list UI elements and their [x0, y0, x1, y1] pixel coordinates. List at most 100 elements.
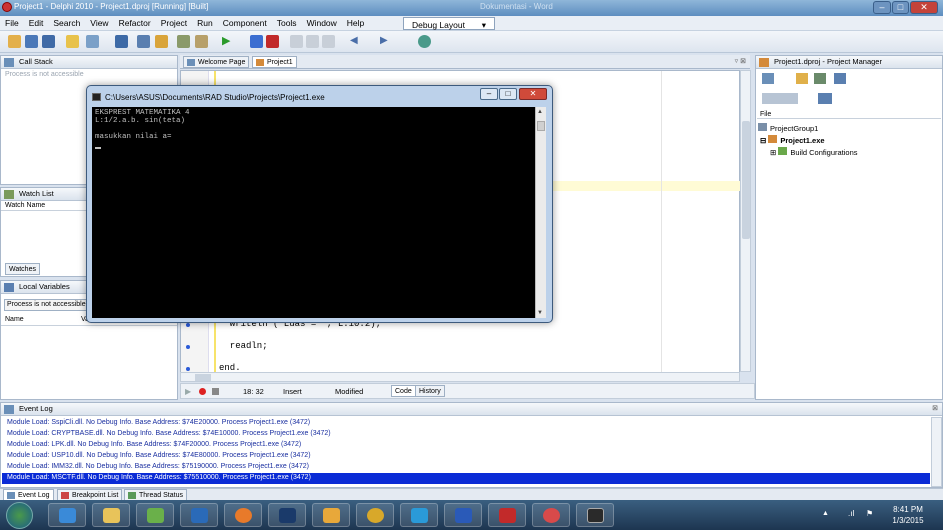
- network-icon[interactable]: .ıl: [848, 509, 854, 518]
- sync-icon[interactable]: [762, 93, 798, 104]
- tree-build-configurations[interactable]: ⊞ Build Configurations: [770, 147, 858, 157]
- clock-time[interactable]: 8:41 PM: [888, 505, 928, 514]
- expand-icon[interactable]: [818, 93, 832, 104]
- console-output[interactable]: EKSPREST MATEMATIKA 4 L:1/2.a.b. sin(tet…: [92, 107, 535, 318]
- event-log-line-selected[interactable]: Module Load: MSCTF.dll. No Debug Info. B…: [7, 474, 311, 481]
- taskbar-firefox[interactable]: [224, 503, 262, 527]
- run-icon[interactable]: ▶: [222, 35, 235, 48]
- open-project-icon[interactable]: [155, 35, 168, 48]
- project-manager-panel: Project1.dproj - Project Manager File Pr…: [755, 55, 943, 400]
- help-icon[interactable]: [418, 35, 431, 48]
- console-line: L:1/2.a.b. sin(teta): [95, 117, 186, 125]
- taskbar-player[interactable]: [180, 503, 218, 527]
- scroll-down-icon[interactable]: ▼: [537, 310, 543, 316]
- save-all-icon[interactable]: [42, 35, 55, 48]
- editor-horizontal-scrollbar[interactable]: [180, 372, 740, 382]
- layout-combo[interactable]: Debug Layout ▾: [403, 17, 495, 30]
- taskbar-console[interactable]: [576, 503, 614, 527]
- event-log-line[interactable]: Module Load: SspiCli.dll. No Debug Info.…: [7, 419, 310, 426]
- menu-window[interactable]: Window: [302, 16, 342, 31]
- project-options-icon[interactable]: [86, 35, 99, 48]
- new-item-icon[interactable]: [796, 73, 808, 84]
- activate-icon[interactable]: [762, 73, 774, 84]
- taskbar-app[interactable]: [312, 503, 350, 527]
- console-scroll-thumb[interactable]: [537, 121, 545, 131]
- scroll-up-icon[interactable]: ▲: [537, 109, 543, 115]
- flag-icon[interactable]: ⚑: [866, 509, 873, 518]
- event-log-line[interactable]: Module Load: CRYPTBASE.dll. No Debug Inf…: [7, 430, 331, 437]
- column-name[interactable]: Name: [5, 316, 24, 323]
- breakpoint-icon: [61, 492, 69, 499]
- console-window[interactable]: C:\Users\ASUS\Documents\RAD Studio\Proje…: [86, 85, 553, 323]
- event-log-line[interactable]: Module Load: LPK.dll. No Debug Info. Bas…: [7, 441, 301, 448]
- back-icon[interactable]: ◀: [350, 35, 363, 48]
- console-task-icon: [587, 508, 604, 523]
- breakpoint-dot-icon: [186, 367, 190, 371]
- maximize-button[interactable]: □: [892, 1, 909, 14]
- tree-project1-exe[interactable]: ⊟ Project1.exe: [760, 135, 825, 145]
- tray-arrow-icon[interactable]: ▲: [822, 510, 829, 517]
- minimize-button[interactable]: –: [873, 1, 891, 14]
- file-column-header[interactable]: File: [757, 111, 941, 119]
- menu-component[interactable]: Component: [218, 16, 272, 31]
- menu-refactor[interactable]: Refactor: [114, 16, 156, 31]
- menu-edit[interactable]: Edit: [24, 16, 49, 31]
- tab-watches[interactable]: Watches: [5, 263, 40, 275]
- delphi-icon: [367, 508, 384, 523]
- app-icon: [323, 508, 340, 523]
- event-log-scrollbar[interactable]: [931, 417, 942, 487]
- clock-date[interactable]: 1/3/2015: [888, 516, 928, 525]
- taskbar-word[interactable]: [444, 503, 482, 527]
- editor-vertical-scrollbar[interactable]: [740, 70, 751, 372]
- taskbar-skype[interactable]: [400, 503, 438, 527]
- tab-welcome-page[interactable]: Welcome Page: [183, 56, 250, 68]
- pause-icon[interactable]: [250, 35, 263, 48]
- add-file-icon[interactable]: [177, 35, 190, 48]
- menu-view[interactable]: View: [85, 16, 113, 31]
- step-over-icon[interactable]: [306, 35, 319, 48]
- close-button[interactable]: ✕: [910, 1, 938, 14]
- console-minimize-button[interactable]: –: [480, 88, 498, 100]
- open-icon[interactable]: [66, 35, 79, 48]
- menu-tools[interactable]: Tools: [272, 16, 302, 31]
- menu-help[interactable]: Help: [342, 16, 369, 31]
- console-close-button[interactable]: ✕: [519, 88, 547, 100]
- panel-close-icon[interactable]: ⊠: [932, 403, 938, 415]
- scroll-thumb[interactable]: [742, 121, 750, 239]
- call-stack-title: Call Stack: [19, 57, 53, 66]
- save-project-icon[interactable]: [115, 35, 128, 48]
- tab-code[interactable]: Code: [391, 385, 416, 397]
- tree-project-group[interactable]: ProjectGroup1: [758, 123, 818, 133]
- forward-icon[interactable]: ▶: [380, 35, 393, 48]
- taskbar-acrobat[interactable]: [488, 503, 526, 527]
- step-into-icon[interactable]: [290, 35, 303, 48]
- taskbar-app-red[interactable]: [532, 503, 570, 527]
- tab-project1[interactable]: Project1: [252, 56, 297, 68]
- stop-icon[interactable]: [266, 35, 279, 48]
- console-maximize-button[interactable]: □: [499, 88, 517, 100]
- run-to-cursor-icon[interactable]: [322, 35, 335, 48]
- taskbar-photoshop[interactable]: [268, 503, 306, 527]
- tab-history[interactable]: History: [415, 385, 445, 397]
- event-log-line[interactable]: Module Load: USP10.dll. No Debug Info. B…: [7, 452, 311, 459]
- remove-file-icon[interactable]: [195, 35, 208, 48]
- event-log-line[interactable]: Module Load: IMM32.dll. No Debug Info. B…: [7, 463, 309, 470]
- menu-run[interactable]: Run: [192, 16, 218, 31]
- save-icon[interactable]: [25, 35, 38, 48]
- menu-search[interactable]: Search: [48, 16, 85, 31]
- cursor-position: 18: 32: [243, 387, 264, 396]
- taskbar-media[interactable]: [136, 503, 174, 527]
- new-icon[interactable]: [8, 35, 21, 48]
- editor-close-icon[interactable]: ▿ ⊠: [735, 57, 746, 65]
- taskbar-explorer[interactable]: [92, 503, 130, 527]
- taskbar-ie[interactable]: [48, 503, 86, 527]
- taskbar-delphi[interactable]: [356, 503, 394, 527]
- menu-project[interactable]: Project: [156, 16, 192, 31]
- remove-icon[interactable]: [814, 73, 826, 84]
- menu-file[interactable]: File: [0, 16, 24, 31]
- console-scrollbar[interactable]: ▲ ▼: [535, 107, 546, 318]
- build-icon[interactable]: [137, 35, 150, 48]
- view-icon[interactable]: [834, 73, 846, 84]
- start-button[interactable]: [6, 502, 33, 529]
- h-scroll-thumb[interactable]: [195, 374, 211, 381]
